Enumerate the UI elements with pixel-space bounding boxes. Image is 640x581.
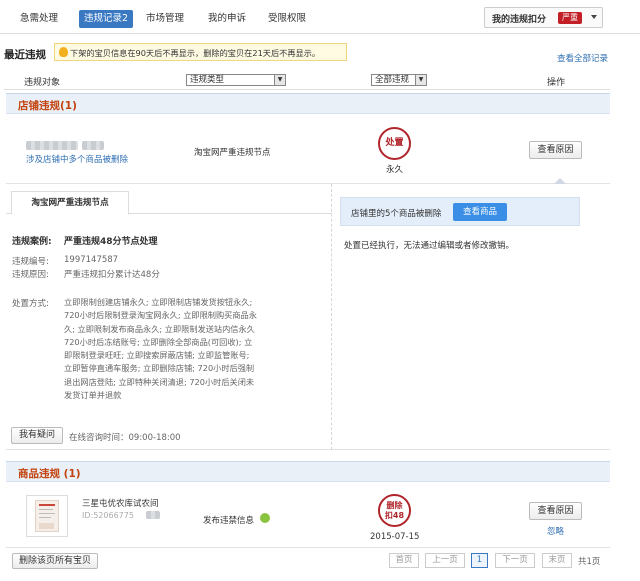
case-value: 严重违规48分节点处理: [64, 237, 158, 247]
tab-market-management[interactable]: 市场管理: [146, 10, 184, 28]
violation-points-dropdown[interactable]: 我的违规扣分 严重: [484, 7, 603, 28]
disposal-stamp-text: 处置: [385, 138, 404, 148]
goods-violation-title: 商品违规 (1): [18, 468, 81, 480]
column-object: 违规对象: [24, 78, 61, 88]
all-violations-value: 全部违规: [375, 75, 410, 85]
pager-first[interactable]: 首页: [389, 553, 419, 568]
pager-prev[interactable]: 上一页: [425, 553, 465, 568]
question-button[interactable]: 我有疑问: [11, 427, 63, 444]
violation-type-value: 违规类型: [190, 75, 225, 85]
column-action: 操作: [547, 78, 566, 88]
goods-id-redacted: [146, 511, 160, 519]
delete-all-goods-button[interactable]: 删除该页所有宝贝: [12, 553, 98, 569]
method-label: 处置方式:: [12, 299, 49, 309]
goods-violation-section-header: 商品违规 (1): [6, 461, 610, 482]
tab-restricted-permissions[interactable]: 受限权限: [268, 10, 306, 28]
violation-type-text: 发布违禁信息: [203, 516, 255, 526]
smile-icon: [260, 513, 270, 523]
multiple-goods-deleted-link[interactable]: 涉及店铺中多个商品被删除: [26, 153, 128, 165]
ignore-link[interactable]: 忽略: [547, 525, 564, 537]
pager-next[interactable]: 下一页: [495, 553, 535, 568]
id-label: 违规编号:: [12, 257, 49, 267]
method-line: 720小时后冻结账号; 立即删除全部商品(可回收); 立: [64, 336, 253, 347]
top-nav: 急需处理 违规记录2 市场管理 我的申诉 受限权限 我的违规扣分 严重: [0, 0, 640, 34]
executed-text: 处置已经执行，无法通过编辑或者修改撤销。: [344, 241, 515, 251]
method-line: 立即限制创建店铺永久; 立即限制店铺发货按钮永久;: [64, 297, 253, 307]
detail-tab[interactable]: 淘宝网严重违规节点: [11, 191, 129, 215]
consult-time: 在线咨询时间：09:00-18:00: [69, 433, 181, 443]
shop-name-redacted: [26, 141, 78, 150]
severity-badge: 严重: [558, 12, 582, 24]
bulb-icon: [59, 47, 68, 57]
id-value: 1997147587: [64, 255, 119, 265]
filter-row: 违规对象 违规类型 ▼ 全部违规 ▼ 操作: [4, 72, 610, 90]
shop-name-redacted: [82, 141, 104, 150]
method-line: 退出网店登陆; 立即特种关闭清退; 720小时后关闭未: [64, 376, 255, 387]
method-line: 久; 立即限制发布商品永久; 立即限制发送站内信永久: [64, 323, 255, 334]
view-all-records-link[interactable]: 查看全部记录: [557, 52, 608, 64]
shop-violation-row: 涉及店铺中多个商品被删除 淘宝网严重违规节点 处置 永久 查看原因: [6, 115, 610, 184]
tab-urgent[interactable]: 急需处理: [20, 10, 58, 28]
select-arrow-icon: ▼: [415, 75, 426, 85]
delete-stamp-bottom: 扣48: [384, 511, 405, 520]
method-list: 立即限制创建店铺永久; 立即限制店铺发货按钮永久; 720小时后限制登录淘宝网永…: [64, 296, 334, 402]
goods-deleted-text: 店铺里的5个商品被删除: [351, 209, 442, 219]
select-arrow-icon: ▼: [274, 75, 285, 85]
tab-violation-records[interactable]: 违规记录2: [79, 10, 134, 28]
notice-banner: 下架的宝贝信息在90天后不再显示，删除的宝贝在21天后不再显示。: [54, 43, 347, 61]
chevron-down-icon: [591, 15, 597, 19]
goods-thumbnail[interactable]: [26, 495, 68, 537]
pager-last[interactable]: 末页: [542, 553, 572, 568]
page-title: 最近违规: [4, 49, 46, 61]
delete-stamp: 删除 扣48: [378, 494, 411, 527]
delete-stamp-top: 删除: [386, 501, 403, 510]
pager-total: 共1页: [578, 557, 601, 567]
disposal-duration: 永久: [386, 165, 404, 175]
case-label: 违规案例:: [12, 237, 52, 247]
method-line: 即限制登录旺旺; 立即搜索屏蔽店铺; 立即监管账号;: [64, 350, 250, 361]
method-line: 立即暂停直通车服务; 立即删除店铺; 720小时后强制: [64, 363, 255, 374]
disposal-stamp: 处置: [378, 127, 411, 160]
violation-type-select[interactable]: 违规类型 ▼: [186, 74, 286, 86]
method-line: 发货订单并退款: [64, 390, 122, 401]
tab-my-appeals[interactable]: 我的申诉: [208, 10, 246, 28]
notice-text: 下架的宝贝信息在90天后不再显示，删除的宝贝在21天后不再显示。: [70, 48, 321, 58]
violation-date: 2015-07-15: [370, 532, 420, 542]
view-goods-button[interactable]: 查看商品: [453, 203, 507, 221]
pager-current[interactable]: 1: [471, 553, 488, 568]
view-reason-button[interactable]: 查看原因: [529, 502, 582, 520]
goods-name[interactable]: 三星屯优农库试农间: [82, 497, 159, 509]
detail-left: 淘宝网严重违规节点 违规案例: 严重违规48分节点处理 违规编号: 199714…: [6, 184, 332, 450]
shop-violation-section-header: 店铺违规(1): [6, 93, 610, 114]
shop-violation-title: 店铺违规(1): [18, 100, 77, 112]
goods-violation-row: 三星屯优农库试农间 ID:52066775 发布违禁信息 删除 扣48 2015…: [6, 483, 610, 548]
view-reason-button[interactable]: 查看原因: [529, 141, 582, 159]
thumbnail-image: [35, 500, 59, 532]
goods-id: ID:52066775: [82, 511, 134, 520]
points-label: 我的违规扣分: [492, 15, 547, 25]
all-violations-select[interactable]: 全部违规 ▼: [371, 74, 427, 86]
method-line: 720小时后限制登录淘宝网永久; 立即限制购买商品永: [64, 310, 257, 321]
reason-label: 违规原因:: [12, 270, 49, 280]
goods-deleted-notice: 店铺里的5个商品被删除 查看商品: [340, 197, 580, 226]
violation-node-text: 淘宝网严重违规节点: [194, 148, 271, 158]
reason-value: 严重违规扣分累计达48分: [64, 270, 160, 280]
violation-detail-panel: 淘宝网严重违规节点 违规案例: 严重违规48分节点处理 违规编号: 199714…: [6, 184, 610, 450]
